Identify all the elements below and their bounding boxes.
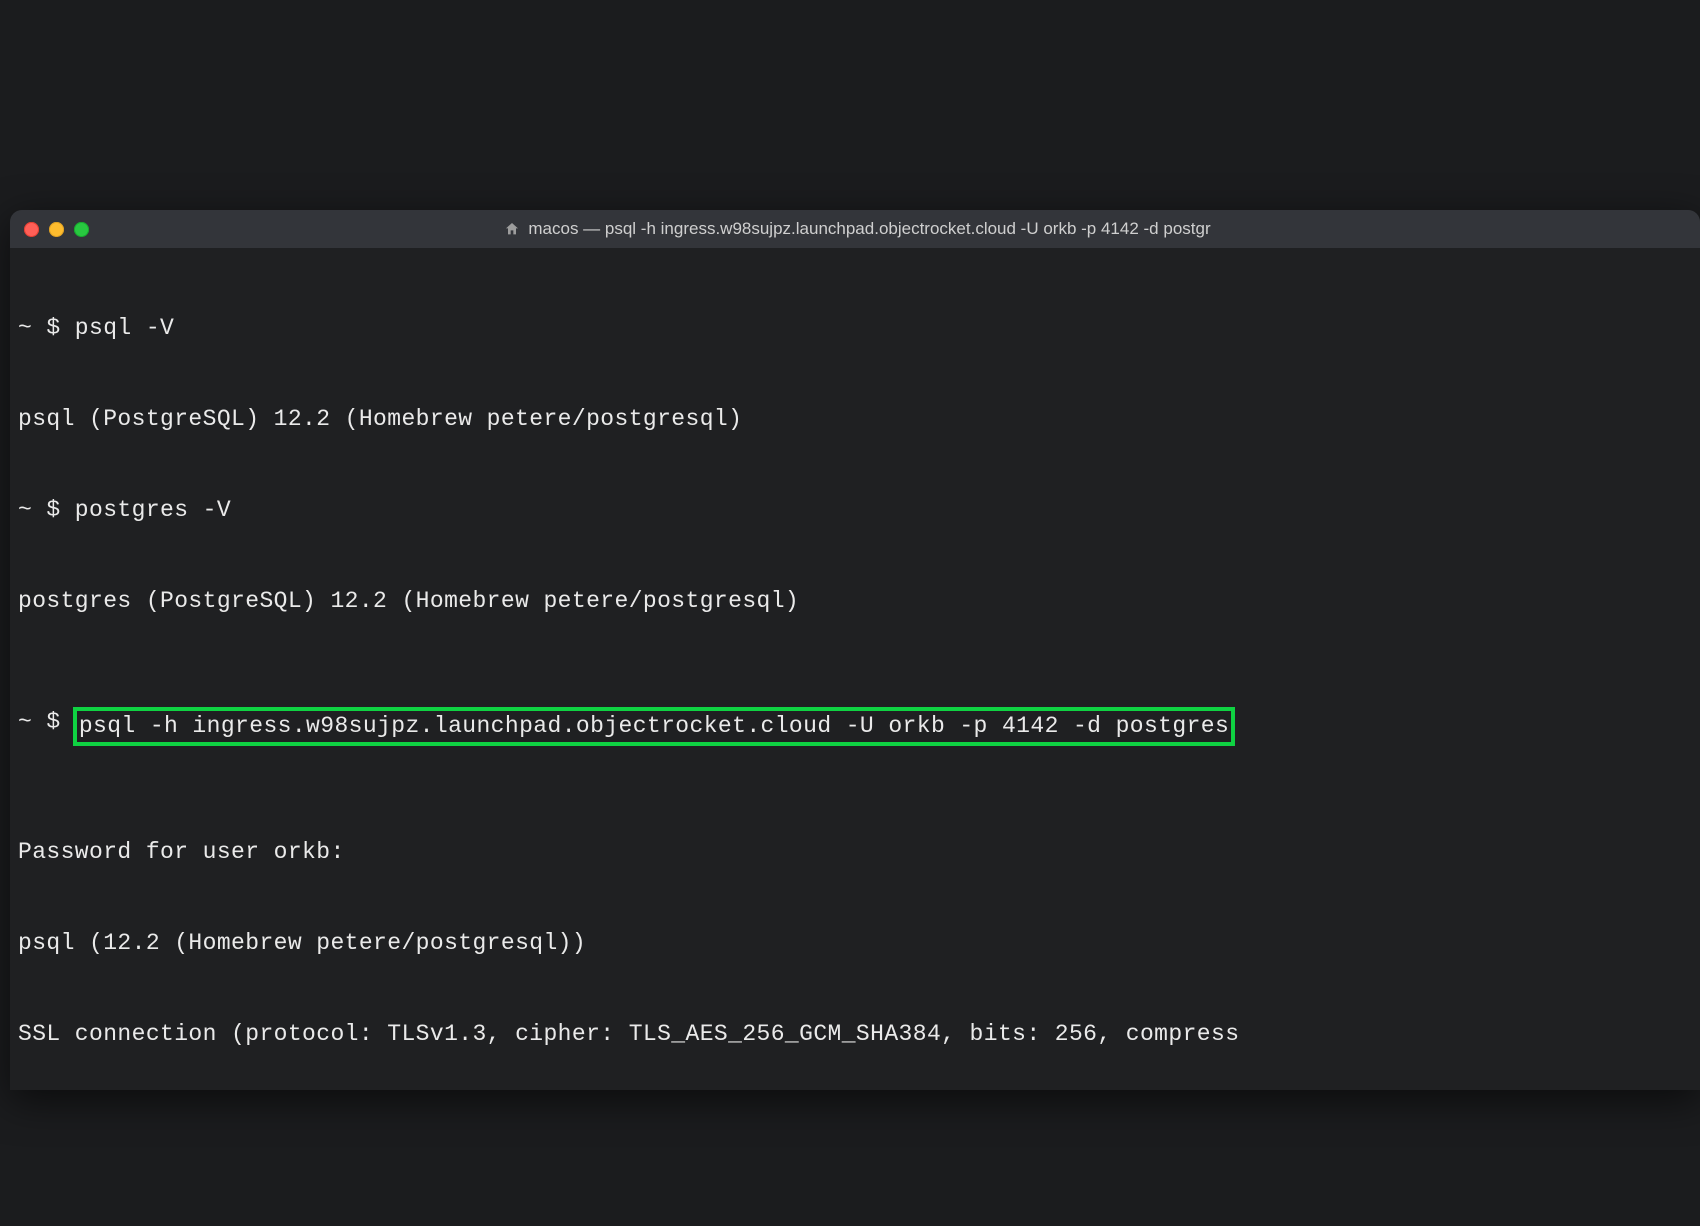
minimize-window-button[interactable] [49,222,64,237]
home-icon [504,221,520,237]
terminal-line: psql (PostgreSQL) 12.2 (Homebrew petere/… [18,404,1692,434]
zoom-window-button[interactable] [74,222,89,237]
highlighted-command-row: ~ $ psql -h ingress.w98sujpz.launchpad.o… [18,707,1692,745]
window-title: macos — psql -h ingress.w98sujpz.launchp… [99,219,1616,239]
window-title-text: macos — psql -h ingress.w98sujpz.launchp… [528,219,1210,239]
close-window-button[interactable] [24,222,39,237]
titlebar: macos — psql -h ingress.w98sujpz.launchp… [10,210,1700,248]
shell-prompt: ~ $ [18,707,75,745]
terminal-line: postgres (PostgreSQL) 12.2 (Homebrew pet… [18,586,1692,616]
terminal-line: Password for user orkb: [18,837,1692,867]
terminal-line: ~ $ postgres -V [18,495,1692,525]
terminal-output[interactable]: ~ $ psql -V psql (PostgreSQL) 12.2 (Home… [10,248,1700,1090]
terminal-line: SSL connection (protocol: TLSv1.3, ciphe… [18,1019,1692,1049]
terminal-line: ~ $ psql -V [18,313,1692,343]
highlighted-command: psql -h ingress.w98sujpz.launchpad.objec… [73,707,1235,745]
terminal-window: macos — psql -h ingress.w98sujpz.launchp… [10,210,1700,1090]
window-controls [24,222,89,237]
terminal-line: psql (12.2 (Homebrew petere/postgresql)) [18,928,1692,958]
